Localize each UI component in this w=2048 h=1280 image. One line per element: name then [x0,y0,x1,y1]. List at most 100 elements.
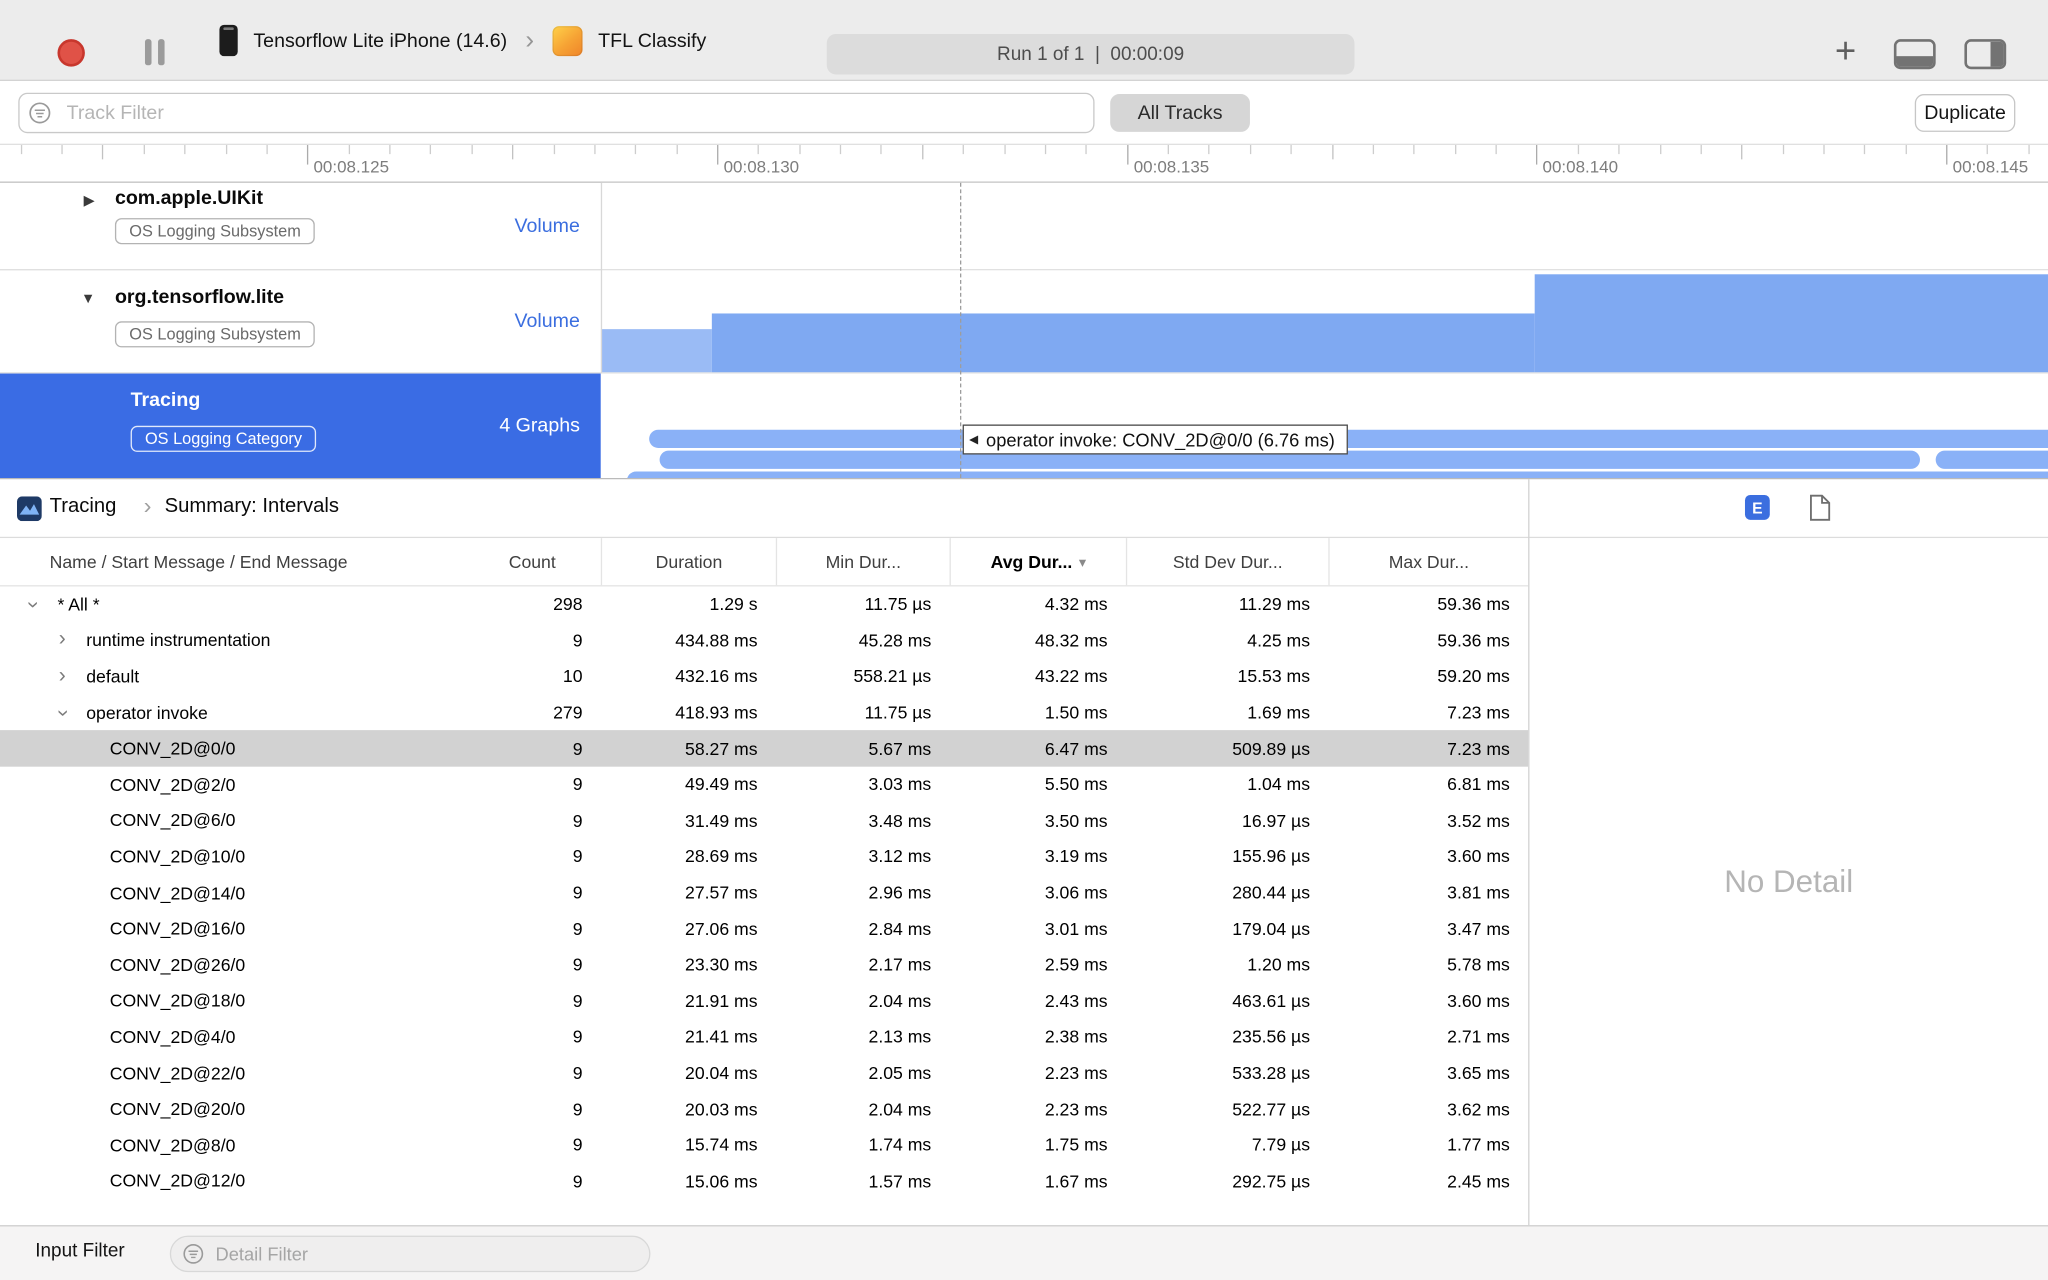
record-button[interactable] [57,39,85,67]
cell-min: 2.04 ms [868,1099,932,1119]
detail-filter-input[interactable] [169,1235,651,1273]
cell-min: 3.48 ms [868,810,932,831]
cell-std: 280.44 µs [1232,882,1311,903]
track-graph[interactable] [600,182,2048,270]
document-icon[interactable] [1809,494,1831,523]
ruler-tick [225,144,227,155]
column-header-avg[interactable]: Avg Dur... ▾ [949,538,1126,586]
breadcrumb-tracing[interactable]: Tracing [50,495,117,519]
table-row[interactable]: CONV_2D@18/0 9 21.91 ms 2.04 ms 2.43 ms … [0,983,1528,1019]
cell-avg: 1.50 ms [1044,702,1108,723]
cell-duration: 20.03 ms [685,1099,758,1119]
cell-avg: 43.22 ms [1035,666,1108,687]
cell-max: 59.20 ms [1437,666,1510,687]
toggle-bottom-pane-button[interactable] [1893,39,1936,70]
cell-name: CONV_2D@14/0 [0,875,464,911]
cell-min: 2.04 ms [868,991,932,1011]
cell-count: 9 [572,810,583,831]
track-badge: OS Logging Subsystem [114,218,316,245]
bottom-bar: Input Filter [0,1225,2048,1280]
disclosure-chevron[interactable]: › [19,601,45,608]
table-row[interactable]: › runtime instrumentation 9 434.88 ms 45… [0,622,1528,658]
column-header-max[interactable]: Max Dur... [1328,538,1528,586]
ruler-tick [717,144,719,165]
ruler-tick [20,144,22,155]
ruler-tick [880,144,883,155]
toggle-right-pane-button[interactable] [1964,39,2007,70]
ruler-tick [1864,144,1866,155]
breadcrumb-summary[interactable]: Summary: Intervals [165,495,339,519]
track-graph[interactable]: ◀ operator invoke: CONV_2D@0/0 (6.76 ms) [600,373,2048,479]
ruler-tick [962,144,965,155]
extended-detail-button[interactable]: E [1744,495,1770,520]
ruler-tick [512,144,514,160]
table-row[interactable]: CONV_2D@22/0 9 20.04 ms 2.05 ms 2.23 ms … [0,1055,1528,1091]
table-row[interactable]: CONV_2D@26/0 9 23.30 ms 2.17 ms 2.59 ms … [0,947,1528,983]
disclosure-chevron[interactable]: › [59,663,66,689]
table-row[interactable]: CONV_2D@4/0 9 21.41 ms 2.13 ms 2.38 ms 2… [0,1019,1528,1055]
track-row-tensorflow[interactable]: ▼ org.tensorflow.lite OS Logging Subsyst… [0,270,2048,374]
volume-bar-segment [600,329,712,373]
ruler-tick [1946,144,1948,165]
device-name[interactable]: Tensorflow Lite iPhone (14.6) [253,29,507,51]
table-row[interactable]: CONV_2D@8/0 9 15.74 ms 1.74 ms 1.75 ms 7… [0,1127,1528,1163]
column-header-name[interactable]: Name / Start Message / End Message [0,538,464,585]
row-name: runtime instrumentation [86,630,271,651]
cell-std: 15.53 ms [1237,666,1311,687]
ruler-tick [1659,144,1661,155]
ruler-tick [61,144,63,155]
ruler-tick [143,144,145,155]
pause-button[interactable] [144,39,165,66]
row-name: CONV_2D@16/0 [109,919,246,939]
row-name: default [86,666,140,687]
cell-avg: 1.67 ms [1044,1171,1108,1191]
add-instrument-button[interactable]: + [1826,30,1865,72]
row-name: CONV_2D@22/0 [109,1063,246,1083]
cell-name: CONV_2D@18/0 [0,983,464,1019]
table-row[interactable]: › * All * 298 1.29 s 11.75 µs 4.32 ms 11… [0,586,1528,622]
disclosure-triangle-icon[interactable]: ▶ [84,192,95,209]
cell-name: › * All * [0,586,464,622]
disclosure-triangle-icon[interactable]: ▼ [81,291,95,307]
cell-avg: 2.38 ms [1044,1027,1108,1047]
table-row[interactable]: CONV_2D@14/0 9 27.57 ms 2.96 ms 3.06 ms … [0,875,1528,911]
table-row[interactable]: › operator invoke 279 418.93 ms 11.75 µs… [0,695,1528,731]
table-row[interactable]: CONV_2D@6/0 9 31.49 ms 3.48 ms 3.50 ms 1… [0,803,1528,839]
target-picker[interactable]: Tensorflow Lite iPhone (14.6) › TFL Clas… [219,0,706,81]
cell-max: 59.36 ms [1437,594,1510,615]
table-row[interactable]: CONV_2D@10/0 9 28.69 ms 3.12 ms 3.19 ms … [0,839,1528,875]
track-row-tracing[interactable]: Tracing OS Logging Category 4 Graphs ◀ o… [0,373,2048,479]
disclosure-chevron[interactable]: › [59,627,66,653]
disclosure-chevron[interactable]: › [49,709,75,716]
cell-count: 9 [572,1027,583,1047]
track-filter-input[interactable] [18,92,1095,134]
ruler-tick [471,144,473,155]
table-row[interactable]: › default 10 432.16 ms 558.21 µs 43.22 m… [0,659,1528,695]
all-tracks-button[interactable]: All Tracks [1110,94,1250,132]
track-meta: Volume [514,310,580,333]
table-row[interactable]: CONV_2D@2/0 9 49.49 ms 3.03 ms 5.50 ms 1… [0,767,1528,803]
table-row[interactable]: CONV_2D@20/0 9 20.03 ms 2.04 ms 2.23 ms … [0,1091,1528,1127]
timeline-ruler[interactable]: 00:08.125 00:08.130 00:08.135 00:08.140 … [0,143,2048,183]
detail-pane: Tracing › Summary: Intervals E Name / St… [0,478,2048,1227]
duplicate-button[interactable]: Duplicate [1914,94,2016,132]
cell-avg: 3.01 ms [1044,919,1108,939]
track-row-uikit[interactable]: ▶ com.apple.UIKit OS Logging Subsystem V… [0,182,2048,271]
cell-duration: 15.06 ms [685,1171,758,1191]
cell-duration: 21.91 ms [685,991,758,1011]
column-header-min[interactable]: Min Dur... [775,538,950,586]
app-name[interactable]: TFL Classify [598,29,706,51]
cell-max: 2.71 ms [1447,1027,1510,1047]
table-row[interactable]: CONV_2D@0/0 9 58.27 ms 5.67 ms 6.47 ms 5… [0,730,1529,767]
column-header-stddev[interactable]: Std Dev Dur... [1125,538,1328,586]
column-header-duration[interactable]: Duration [600,538,776,586]
cell-min: 2.13 ms [868,1027,932,1047]
table-row[interactable]: CONV_2D@12/0 9 15.06 ms 1.57 ms 1.67 ms … [0,1163,1528,1199]
cell-std: 16.97 µs [1242,810,1311,831]
row-name: CONV_2D@0/0 [109,738,236,759]
tfl-classify-app-icon [552,25,583,56]
column-header-count[interactable]: Count [464,538,601,585]
track-graph[interactable] [600,270,2048,373]
filter-icon [29,102,51,124]
table-row[interactable]: CONV_2D@16/0 9 27.06 ms 2.84 ms 3.01 ms … [0,911,1528,947]
